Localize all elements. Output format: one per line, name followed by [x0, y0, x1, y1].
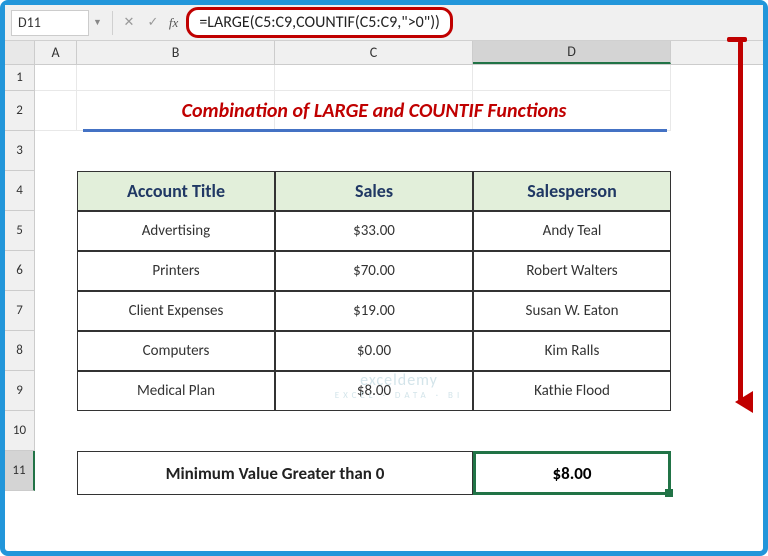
row-header-4[interactable]: 4 — [5, 171, 35, 211]
excel-window: D11 ▼ ✕ ✓ fx =LARGE(C5:C9,COUNTIF(C5:C9,… — [0, 0, 768, 556]
column-headers: A B C D — [5, 41, 763, 65]
col-header-A[interactable]: A — [35, 41, 77, 64]
row-headers: 1 2 3 4 5 6 7 8 9 10 11 — [5, 65, 35, 491]
header-sales[interactable]: Sales — [275, 171, 473, 211]
table-row: Medical Plan $8.00 Kathie Flood — [77, 371, 671, 411]
cancel-icon[interactable]: ✕ — [117, 11, 141, 35]
table-row: Client Expenses $19.00 Susan W. Eaton — [77, 291, 671, 331]
cell-account[interactable]: Medical Plan — [77, 371, 275, 411]
row-header-7[interactable]: 7 — [5, 291, 35, 331]
cells-area[interactable]: Combination of LARGE and COUNTIF Functio… — [35, 65, 763, 491]
formula-input[interactable]: =LARGE(C5:C9,COUNTIF(C5:C9,">0")) — [186, 7, 453, 38]
row-header-11[interactable]: 11 — [5, 451, 35, 491]
table-row: Printers $70.00 Robert Walters — [77, 251, 671, 291]
header-salesperson[interactable]: Salesperson — [473, 171, 671, 211]
result-value: $8.00 — [552, 463, 591, 484]
cell-account[interactable]: Advertising — [77, 211, 275, 251]
result-label[interactable]: Minimum Value Greater than 0 — [77, 451, 473, 495]
cell-sales[interactable]: $0.00 — [275, 331, 473, 371]
col-header-D[interactable]: D — [473, 41, 671, 64]
title-underline — [83, 129, 667, 132]
cell-salesperson[interactable]: Andy Teal — [473, 211, 671, 251]
col-header-C[interactable]: C — [275, 41, 473, 64]
row-header-9[interactable]: 9 — [5, 371, 35, 411]
cell-sales[interactable]: $33.00 — [275, 211, 473, 251]
cell-sales[interactable]: $19.00 — [275, 291, 473, 331]
name-box-dropdown-icon[interactable]: ▼ — [93, 17, 102, 28]
cell-salesperson[interactable]: Robert Walters — [473, 251, 671, 291]
row-header-8[interactable]: 8 — [5, 331, 35, 371]
name-box[interactable]: D11 — [11, 10, 89, 36]
cell-salesperson[interactable]: Kim Ralls — [473, 331, 671, 371]
result-row: Minimum Value Greater than 0 $8.00 — [77, 451, 671, 495]
confirm-icon[interactable]: ✓ — [141, 11, 165, 35]
col-header-B[interactable]: B — [77, 41, 275, 64]
row-header-1[interactable]: 1 — [5, 65, 35, 91]
table-row: Computers $0.00 Kim Ralls — [77, 331, 671, 371]
result-cell-D11[interactable]: $8.00 — [473, 451, 671, 495]
row-header-2[interactable]: 2 — [5, 91, 35, 131]
select-all-corner[interactable] — [5, 41, 35, 64]
row-header-6[interactable]: 6 — [5, 251, 35, 291]
row-header-10[interactable]: 10 — [5, 411, 35, 451]
grid: 1 2 3 4 5 6 7 8 9 10 11 Combination of L… — [5, 65, 763, 491]
header-account-title[interactable]: Account Title — [77, 171, 275, 211]
data-table: Account Title Sales Salesperson Advertis… — [77, 171, 671, 411]
cell-account[interactable]: Computers — [77, 331, 275, 371]
fx-icon[interactable]: fx — [169, 15, 178, 31]
cell-account[interactable]: Client Expenses — [77, 291, 275, 331]
table-row: Advertising $33.00 Andy Teal — [77, 211, 671, 251]
row-header-3[interactable]: 3 — [5, 131, 35, 171]
fill-handle[interactable] — [665, 489, 673, 497]
cell-salesperson[interactable]: Kathie Flood — [473, 371, 671, 411]
row-header-5[interactable]: 5 — [5, 211, 35, 251]
cell-account[interactable]: Printers — [77, 251, 275, 291]
cell-salesperson[interactable]: Susan W. Eaton — [473, 291, 671, 331]
page-title: Combination of LARGE and COUNTIF Functio… — [77, 93, 671, 123]
formula-bar: D11 ▼ ✕ ✓ fx =LARGE(C5:C9,COUNTIF(C5:C9,… — [5, 5, 763, 41]
divider — [112, 11, 113, 35]
cell-sales[interactable]: $70.00 — [275, 251, 473, 291]
cell-sales[interactable]: $8.00 — [275, 371, 473, 411]
